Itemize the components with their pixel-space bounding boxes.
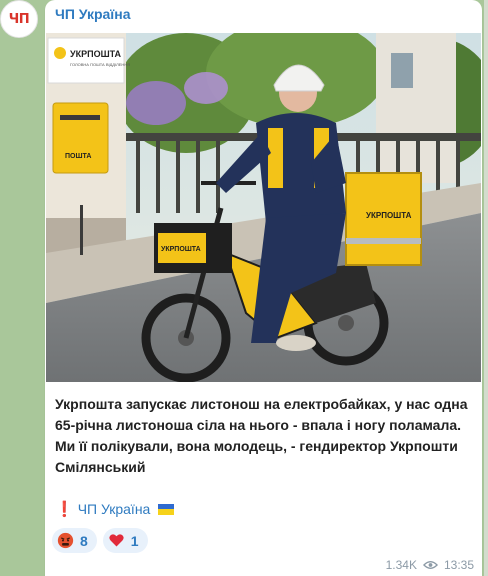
message-bubble: ЧП Україна УКРПОШТА ГОЛОВНА ПОШТА ВІДДІЛ… <box>45 0 482 576</box>
channel-avatar-text: ЧП <box>8 11 30 27</box>
scrollbar[interactable] <box>484 0 488 576</box>
reaction-count: 8 <box>80 532 88 549</box>
box-text: УКРПОШТА <box>366 211 412 220</box>
red-heart-icon <box>109 534 124 547</box>
ukraine-flag-icon <box>158 503 175 515</box>
reactions-bar: 8 1 <box>52 528 148 553</box>
sign-text: УКРПОШТА <box>70 49 122 59</box>
sign-subtext: ГОЛОВНА ПОШТА ВІДДІЛЕННЯ <box>70 62 130 67</box>
channel-avatar[interactable]: ЧП <box>0 0 38 38</box>
eye-icon <box>422 561 438 569</box>
message-meta: 1.34K 13:35 <box>386 558 474 572</box>
exclamation-icon: ❗ <box>55 501 74 518</box>
signature-link[interactable]: ЧП Україна <box>78 501 151 517</box>
post-signature[interactable]: ❗ ЧП Україна <box>55 500 175 518</box>
mailbox-text: ПОШТА <box>65 153 91 160</box>
reaction-count: 1 <box>130 532 139 549</box>
reaction-heart[interactable]: 1 <box>102 528 148 553</box>
channel-name[interactable]: ЧП Україна <box>55 6 131 22</box>
reaction-angry[interactable]: 8 <box>52 528 97 553</box>
bike-bag-text: УКРПОШТА <box>161 246 201 253</box>
angry-face-icon <box>57 532 74 549</box>
views-count: 1.34K <box>385 558 417 572</box>
post-photo[interactable]: УКРПОШТА ГОЛОВНА ПОШТА ВІДДІЛЕННЯ ПОШТА … <box>46 33 481 382</box>
message-time: 13:35 <box>443 558 474 572</box>
postwoman-ebike-illustration: УКРПОШТА ГОЛОВНА ПОШТА ВІДДІЛЕННЯ ПОШТА … <box>46 33 481 382</box>
post-text: Укрпошта запускає листонош на електробай… <box>55 396 468 475</box>
